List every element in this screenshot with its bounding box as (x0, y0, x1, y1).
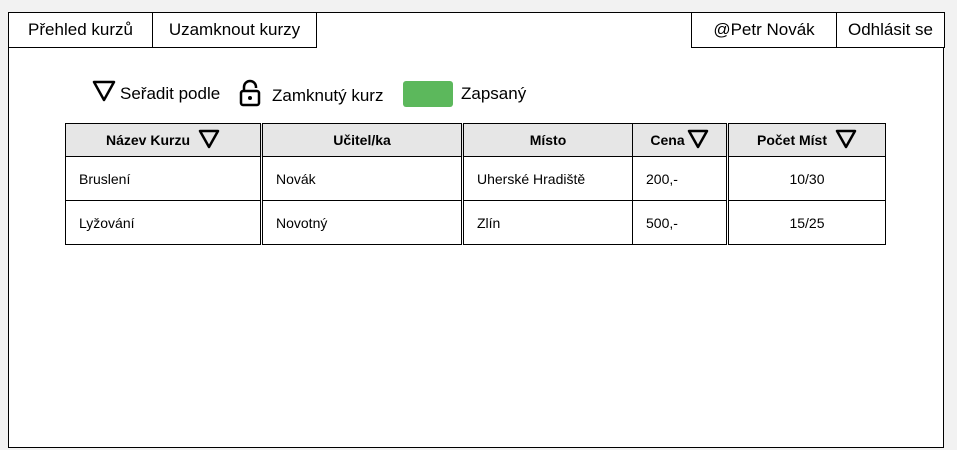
legend-locked: Zamknutý kurz (239, 79, 383, 112)
lock-icon (239, 79, 261, 112)
column-header-seats: Počet Míst (726, 123, 886, 157)
legend-enrolled: Zapsaný (403, 81, 526, 107)
column-header-name: Název Kurzu (65, 123, 262, 157)
user-profile-link[interactable]: @Petr Novák (691, 12, 837, 48)
cell-seats: 10/30 (726, 156, 886, 201)
column-header-place-label: Místo (529, 132, 567, 148)
cell-seats: 15/25 (726, 200, 886, 245)
cell-price: 200,- (632, 156, 728, 201)
column-header-teacher-label: Učitel/ka (333, 132, 391, 148)
legend-sort: Seřadit podle (92, 80, 220, 107)
column-header-seats-label: Počet Míst (756, 132, 827, 148)
course-table: Název Kurzu Učitel/ka Místo Cena Počet M… (65, 123, 886, 245)
column-header-price-label: Cena (650, 132, 685, 148)
tab-lock-courses[interactable]: Uzamknout kurzy (152, 12, 317, 48)
sort-seats-icon[interactable] (835, 129, 857, 152)
triangle-down-icon (92, 80, 116, 107)
legend-sort-label: Seřadit podle (120, 83, 221, 103)
logout-button[interactable]: Odhlásit se (836, 12, 945, 48)
cell-place: Zlín (461, 200, 633, 245)
cell-teacher: Novotný (260, 200, 463, 245)
table-row[interactable]: Lyžování Novotný Zlín 500,- 15/25 (65, 200, 886, 245)
cell-place: Uherské Hradiště (461, 156, 633, 201)
legend-enrolled-label: Zapsaný (461, 84, 527, 103)
cell-teacher: Novák (260, 156, 463, 201)
table-row[interactable]: Bruslení Novák Uherské Hradiště 200,- 10… (65, 156, 886, 201)
column-header-price: Cena (632, 123, 728, 157)
column-header-name-label: Název Kurzu (105, 132, 191, 148)
cell-course-name: Lyžování (65, 200, 262, 245)
table-header-row: Název Kurzu Učitel/ka Místo Cena Počet M… (65, 123, 886, 157)
tab-course-overview[interactable]: Přehled kurzů (8, 12, 153, 48)
column-header-teacher: Učitel/ka (260, 123, 463, 157)
cell-course-name: Bruslení (65, 156, 262, 201)
legend-locked-label: Zamknutý kurz (272, 85, 384, 105)
enrolled-color-swatch (403, 81, 453, 107)
sort-name-icon[interactable] (198, 129, 220, 152)
cell-price: 500,- (632, 200, 728, 245)
column-header-place: Místo (461, 123, 633, 157)
sort-price-icon[interactable] (687, 129, 709, 152)
